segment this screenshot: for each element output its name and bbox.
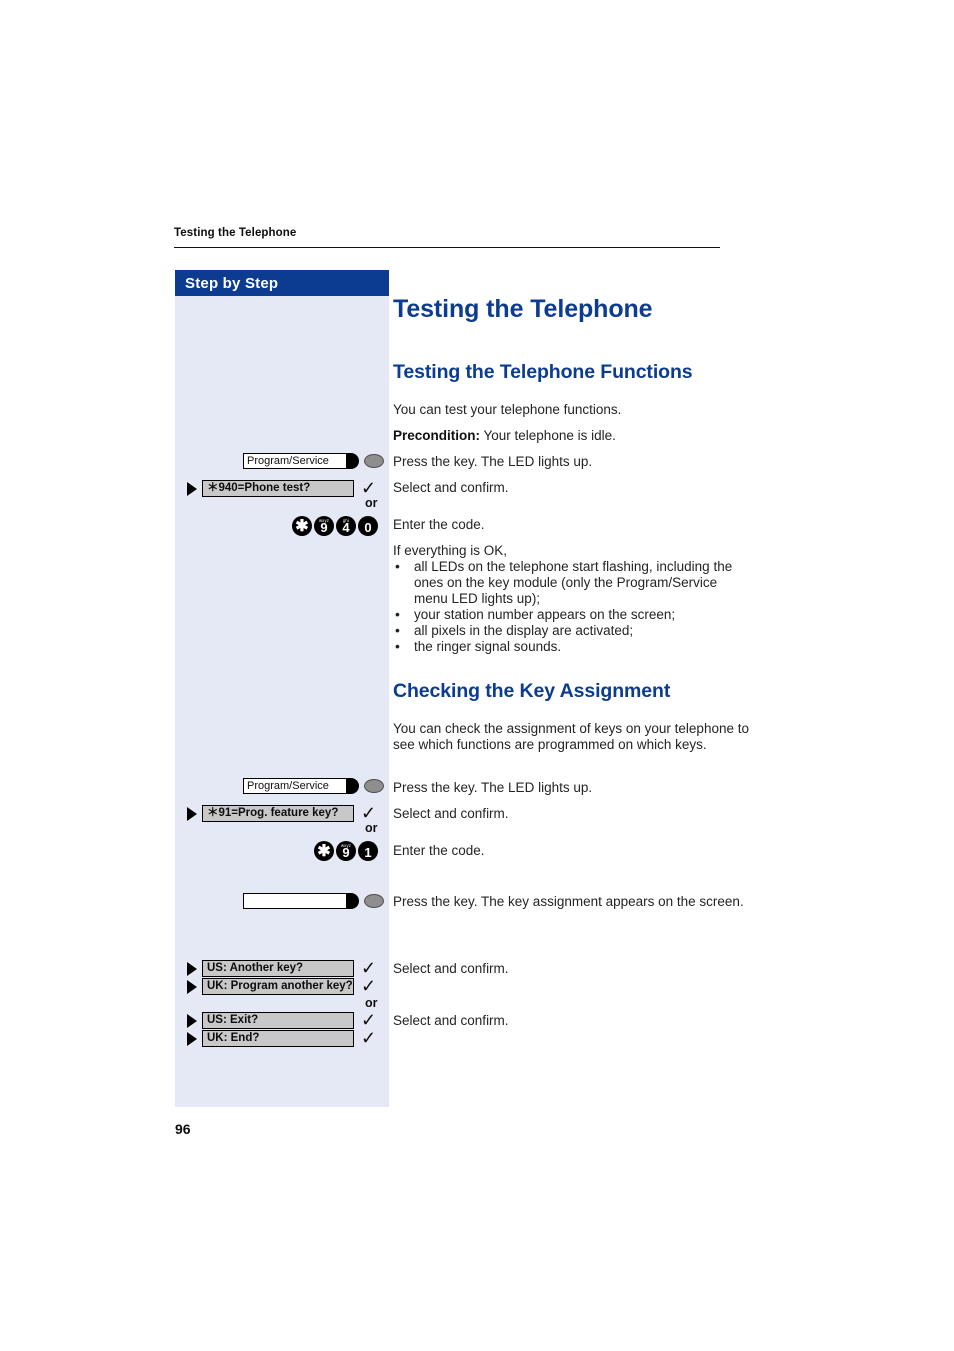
section1-precondition: Precondition: Your telephone is idle.	[393, 428, 753, 444]
display-option-5-text: US: Exit?	[207, 1014, 259, 1026]
keypad-code-91[interactable]: ✱ wxyz 9 1	[314, 841, 378, 861]
keypad-key-4-letters: ghi	[342, 517, 350, 523]
or-label-2: or	[365, 821, 378, 835]
section-heading-testing-functions: Testing the Telephone Functions	[393, 361, 693, 383]
section-heading-key-assignment: Checking the Key Assignment	[393, 680, 671, 702]
section2-select-confirm-3: Select and confirm.	[393, 1013, 509, 1028]
key-body: Program/Service	[243, 778, 347, 794]
section2-select-confirm-1: Select and confirm.	[393, 806, 509, 821]
list-item: the ringer signal sounds.	[393, 638, 753, 655]
keypad-key-9[interactable]: wxyz 9	[336, 841, 356, 861]
display-option-group-3: US: Another key? ✓ UK: Program another k…	[187, 959, 376, 996]
precondition-label: Precondition:	[393, 428, 480, 443]
display-option-row[interactable]: US: Another key? ✓	[187, 959, 376, 977]
display-bar[interactable]: UK: End?	[202, 1030, 354, 1047]
section1-result-list: all LEDs on the telephone start flashing…	[393, 558, 753, 655]
step-by-step-column: Step by Step Program/Service ＊940=Phone …	[175, 270, 389, 1107]
list-item: your station number appears on the scree…	[393, 606, 753, 623]
confirm-check-icon[interactable]: ✓	[361, 804, 376, 822]
confirm-check-icon[interactable]: ✓	[361, 959, 376, 977]
display-bar[interactable]: US: Exit?	[202, 1012, 354, 1029]
section1-select-confirm: Select and confirm.	[393, 480, 509, 495]
section1-enter-code: Enter the code.	[393, 517, 485, 532]
section2-select-confirm-2: Select and confirm.	[393, 961, 509, 976]
display-bar[interactable]: US: Another key?	[202, 960, 354, 977]
keypad-key-9-letters: wxyz	[340, 842, 352, 848]
display-option-group-2: ＊91=Prog. feature key? ✓	[187, 804, 376, 823]
key-led-icon	[364, 779, 384, 793]
or-label-1: or	[365, 496, 378, 510]
confirm-check-icon[interactable]: ✓	[361, 1011, 376, 1029]
keypad-code-940[interactable]: ✱ wxyz 9 ghi 4 0	[292, 516, 378, 536]
display-option-row[interactable]: UK: Program another key? ✓	[187, 977, 376, 995]
keypad-key-9[interactable]: wxyz 9	[314, 516, 334, 536]
header-rule	[174, 247, 720, 248]
keypad-key-star-digit: ✱	[317, 843, 331, 860]
selection-arrow-icon	[187, 1031, 197, 1046]
selection-arrow-icon	[187, 481, 197, 496]
display-option-1-text: ＊940=Phone test?	[207, 482, 311, 494]
display-option-3-text: US: Another key?	[207, 962, 304, 974]
key-body	[243, 893, 347, 909]
confirm-check-icon[interactable]: ✓	[361, 479, 376, 497]
selection-arrow-icon	[187, 1013, 197, 1028]
display-option-row[interactable]: US: Exit? ✓	[187, 1011, 376, 1029]
selection-arrow-icon	[187, 979, 197, 994]
or-label-3: or	[365, 996, 378, 1010]
display-bar[interactable]: UK: Program another key?	[202, 978, 354, 995]
keypad-key-9-letters: wxyz	[318, 517, 330, 523]
key-led-icon	[364, 894, 384, 908]
keypad-key-star[interactable]: ✱	[292, 516, 312, 536]
keypad-key-0-digit: 0	[364, 520, 372, 535]
keypad-key-1-digit: 1	[364, 845, 372, 860]
display-bar[interactable]: ＊940=Phone test?	[202, 480, 354, 497]
selection-arrow-icon	[187, 806, 197, 821]
precondition-text: Your telephone is idle.	[480, 428, 616, 443]
list-item: all LEDs on the telephone start flashing…	[393, 558, 753, 607]
keypad-key-4[interactable]: ghi 4	[336, 516, 356, 536]
section2-press-key: Press the key. The LED lights up.	[393, 780, 593, 795]
section2-enter-code: Enter the code.	[393, 843, 485, 858]
program-service-key-1[interactable]: Program/Service	[243, 453, 384, 469]
blank-function-key[interactable]	[243, 893, 384, 909]
keypad-key-0[interactable]: 0	[358, 516, 378, 536]
key-nub-icon	[346, 453, 359, 469]
section2-press-key-2: Press the key. The key assignment appear…	[393, 894, 744, 909]
section2-intro: You can check the assignment of keys on …	[393, 721, 749, 752]
list-item: all pixels in the display are activated;	[393, 622, 753, 639]
selection-arrow-icon	[187, 961, 197, 976]
section1-press-key: Press the key. The LED lights up.	[393, 454, 593, 469]
display-bar[interactable]: ＊91=Prog. feature key?	[202, 805, 354, 822]
step-by-step-header: Step by Step	[175, 270, 389, 296]
display-option-row[interactable]: ＊940=Phone test? ✓	[187, 479, 376, 497]
running-header: Testing the Telephone	[174, 226, 720, 248]
display-option-row[interactable]: UK: End? ✓	[187, 1029, 376, 1047]
page-title: Testing the Telephone	[393, 295, 653, 323]
display-option-group-1: ＊940=Phone test? ✓	[187, 479, 376, 498]
keypad-key-star-digit: ✱	[295, 518, 309, 535]
key-led-icon	[364, 454, 384, 468]
program-service-key-2[interactable]: Program/Service	[243, 778, 384, 794]
display-option-2-text: ＊91=Prog. feature key?	[207, 807, 339, 819]
program-service-key-1-label: Program/Service	[247, 455, 329, 467]
key-nub-icon	[346, 778, 359, 794]
step-by-step-title: Step by Step	[185, 274, 279, 292]
display-option-6-text: UK: End?	[207, 1032, 260, 1044]
display-option-row[interactable]: ＊91=Prog. feature key? ✓	[187, 804, 376, 822]
program-service-key-2-label: Program/Service	[247, 780, 329, 792]
page-number: 96	[175, 1121, 191, 1137]
running-header-text: Testing the Telephone	[174, 227, 297, 239]
key-nub-icon	[346, 893, 359, 909]
display-option-group-4: US: Exit? ✓ UK: End? ✓	[187, 1011, 376, 1048]
confirm-check-icon[interactable]: ✓	[361, 977, 376, 995]
key-body: Program/Service	[243, 453, 347, 469]
keypad-key-1[interactable]: 1	[358, 841, 378, 861]
keypad-key-star[interactable]: ✱	[314, 841, 334, 861]
section1-intro: You can test your telephone functions.	[393, 402, 622, 417]
confirm-check-icon[interactable]: ✓	[361, 1029, 376, 1047]
section1-result-intro: If everything is OK,	[393, 543, 508, 558]
display-option-4-text: UK: Program another key?	[207, 980, 353, 992]
